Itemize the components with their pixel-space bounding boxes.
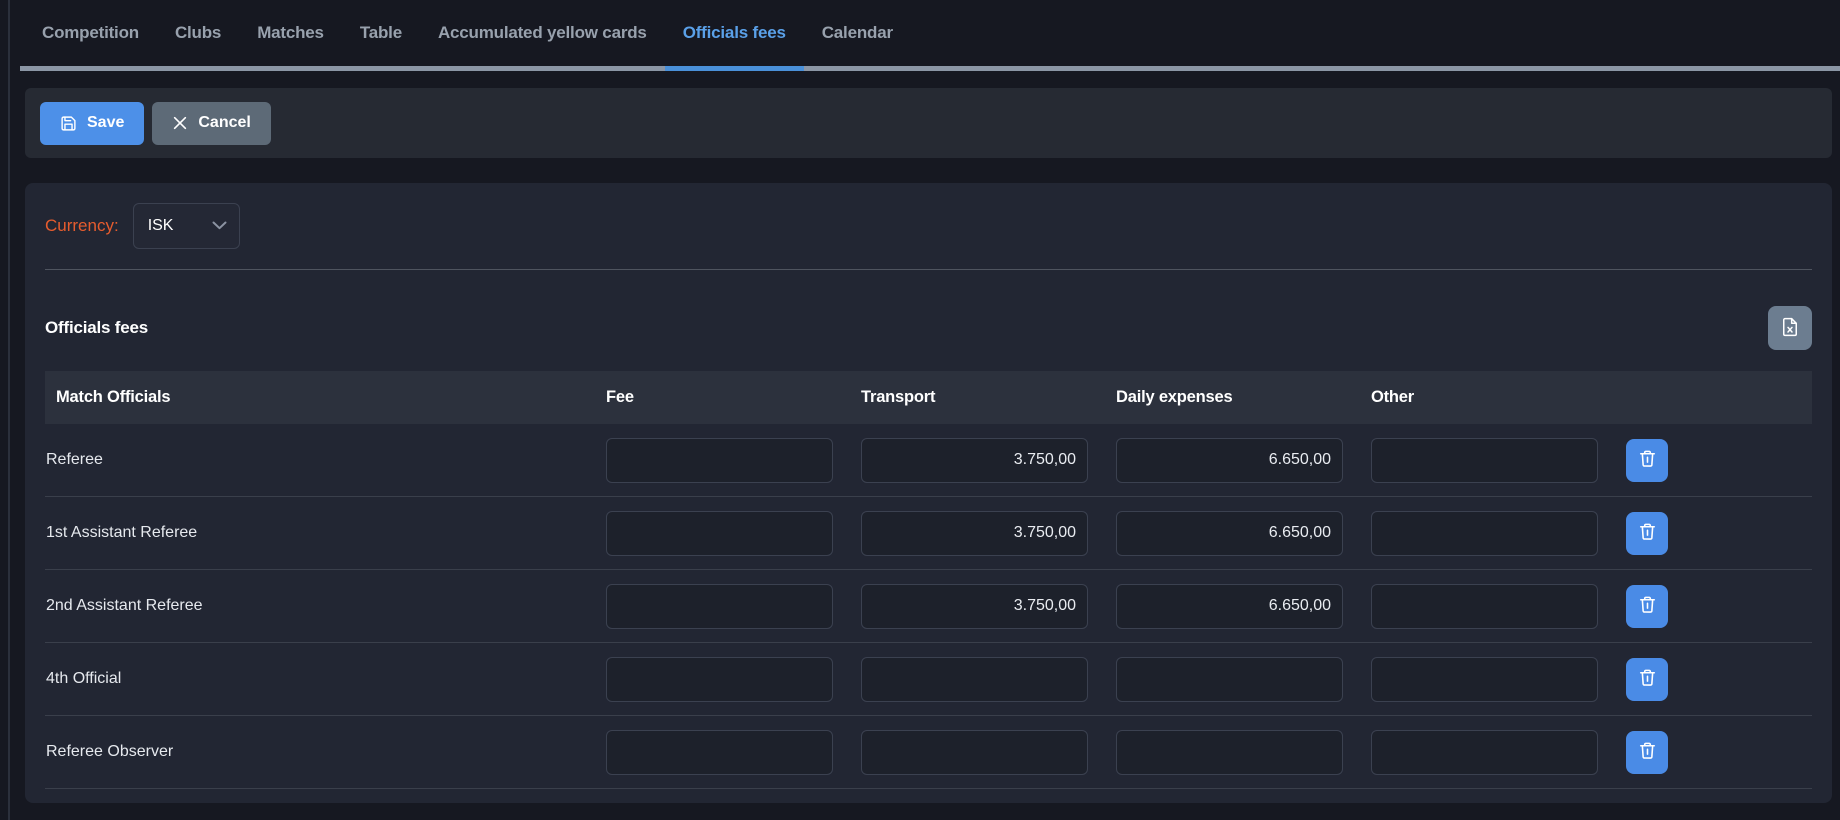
fee-input[interactable] [606, 438, 833, 483]
trash-icon [1638, 668, 1657, 690]
transport-input[interactable] [861, 511, 1088, 556]
cancel-button-label: Cancel [198, 114, 250, 132]
delete-row-button[interactable] [1626, 731, 1668, 774]
currency-selected-value: ISK [148, 217, 174, 235]
tab-clubs[interactable]: Clubs [157, 0, 239, 66]
trash-icon [1638, 595, 1657, 617]
delete-row-button[interactable] [1626, 439, 1668, 482]
transport-input[interactable] [861, 657, 1088, 702]
cancel-button[interactable]: Cancel [152, 102, 270, 145]
transport-input[interactable] [861, 730, 1088, 775]
table-row: Referee Observer [45, 716, 1812, 789]
table-row: Referee [45, 424, 1812, 497]
tab-table[interactable]: Table [342, 0, 420, 66]
delete-row-button[interactable] [1626, 585, 1668, 628]
trash-icon [1638, 449, 1657, 471]
tab-competition[interactable]: Competition [24, 0, 157, 66]
chevron-down-icon [212, 217, 227, 235]
officials-fees-panel: Currency: ISK Officials fees Matc [25, 183, 1832, 803]
official-name-label: 2nd Assistant Referee [45, 597, 578, 615]
section-divider [45, 269, 1812, 270]
table-row: 4th Official [45, 643, 1812, 716]
fee-input[interactable] [606, 657, 833, 702]
official-name-label: 4th Official [45, 670, 578, 688]
official-name-label: 1st Assistant Referee [45, 524, 578, 542]
fee-input[interactable] [606, 511, 833, 556]
col-header-daily-expenses: Daily expenses [1116, 388, 1343, 407]
tab-accumulated-yellow-cards[interactable]: Accumulated yellow cards [420, 0, 665, 66]
table-body: Referee 1st Assistant Referee [45, 424, 1812, 789]
fee-input[interactable] [606, 730, 833, 775]
save-floppy-icon [60, 115, 77, 132]
delete-row-button[interactable] [1626, 658, 1668, 701]
other-input[interactable] [1371, 730, 1598, 775]
other-input[interactable] [1371, 657, 1598, 702]
table-row: 1st Assistant Referee [45, 497, 1812, 570]
currency-select[interactable]: ISK [133, 203, 240, 249]
col-header-match-officials: Match Officials [45, 388, 578, 407]
save-button[interactable]: Save [40, 102, 144, 145]
file-excel-icon [1780, 317, 1800, 340]
tab-calendar[interactable]: Calendar [804, 0, 911, 66]
daily-expenses-input[interactable] [1116, 511, 1343, 556]
daily-expenses-input[interactable] [1116, 657, 1343, 702]
nav-underline-track [20, 66, 1840, 71]
daily-expenses-input[interactable] [1116, 584, 1343, 629]
tab-officials-fees[interactable]: Officials fees [665, 0, 804, 66]
trash-icon [1638, 522, 1657, 544]
table-row: 2nd Assistant Referee [45, 570, 1812, 643]
officials-fees-table: Match Officials Fee Transport Daily expe… [45, 371, 1812, 789]
section-header: Officials fees [45, 306, 1812, 350]
currency-row: Currency: ISK [25, 183, 1832, 249]
trash-icon [1638, 741, 1657, 763]
fee-input[interactable] [606, 584, 833, 629]
export-excel-button[interactable] [1768, 306, 1812, 350]
other-input[interactable] [1371, 438, 1598, 483]
col-header-fee: Fee [606, 388, 833, 407]
cancel-x-icon [172, 115, 188, 131]
save-button-label: Save [87, 114, 124, 132]
section-title: Officials fees [45, 318, 148, 338]
col-header-other: Other [1371, 388, 1598, 407]
nav-tabs: CompetitionClubsMatchesTableAccumulated … [24, 0, 911, 66]
daily-expenses-input[interactable] [1116, 730, 1343, 775]
table-header-row: Match Officials Fee Transport Daily expe… [45, 371, 1812, 424]
col-header-transport: Transport [861, 388, 1088, 407]
official-name-label: Referee Observer [45, 743, 578, 761]
action-toolbar: Save Cancel [25, 88, 1832, 158]
daily-expenses-input[interactable] [1116, 438, 1343, 483]
transport-input[interactable] [861, 438, 1088, 483]
official-name-label: Referee [45, 451, 578, 469]
currency-label: Currency: [45, 216, 119, 236]
top-nav: CompetitionClubsMatchesTableAccumulated … [0, 0, 1840, 66]
tab-matches[interactable]: Matches [239, 0, 342, 66]
delete-row-button[interactable] [1626, 512, 1668, 555]
transport-input[interactable] [861, 584, 1088, 629]
other-input[interactable] [1371, 584, 1598, 629]
other-input[interactable] [1371, 511, 1598, 556]
left-edge-border [8, 0, 10, 820]
